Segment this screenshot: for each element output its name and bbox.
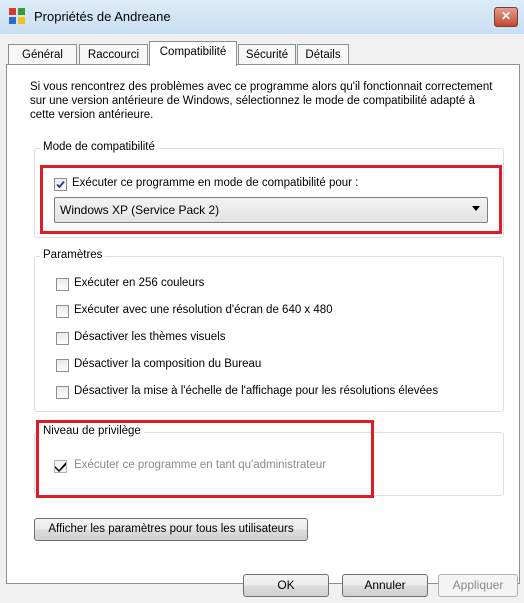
- compat-mode-group-label: Mode de compatibilité: [40, 141, 158, 153]
- setting-256-colors-checkbox[interactable]: [56, 278, 69, 291]
- settings-group-label: Paramètres: [40, 249, 106, 261]
- close-button[interactable]: ✕: [494, 7, 518, 27]
- cancel-button[interactable]: Annuler: [342, 574, 428, 597]
- program-icon: [9, 8, 25, 24]
- tab-raccourci[interactable]: Raccourci: [79, 44, 148, 64]
- highlight-compat-box: [40, 165, 502, 234]
- properties-dialog: Propriétés de Andreane ✕ Général Raccour…: [0, 0, 524, 603]
- intro-text: Si vous rencontrez des problèmes avec ce…: [30, 81, 493, 121]
- setting-640x480-checkbox[interactable]: [56, 305, 69, 318]
- setting-256-colors-label: Exécuter en 256 couleurs: [74, 277, 205, 289]
- setting-desktop-composition-label: Désactiver la composition du Bureau: [74, 358, 262, 370]
- tab-securite[interactable]: Sécurité: [238, 44, 296, 64]
- setting-dpi-scaling-checkbox[interactable]: [56, 386, 69, 399]
- highlight-privilege-box: [36, 420, 374, 498]
- ok-button[interactable]: OK: [243, 574, 329, 597]
- setting-visual-themes-checkbox[interactable]: [56, 332, 69, 345]
- window-title: Propriétés de Andreane: [34, 9, 171, 24]
- all-users-settings-button[interactable]: Afficher les paramètres pour tous les ut…: [34, 518, 308, 541]
- tab-details[interactable]: Détails: [297, 44, 349, 64]
- apply-button[interactable]: Appliquer: [438, 574, 518, 597]
- setting-visual-themes-label: Désactiver les thèmes visuels: [74, 331, 226, 343]
- tab-general[interactable]: Général: [8, 44, 77, 64]
- setting-desktop-composition-checkbox[interactable]: [56, 359, 69, 372]
- title-bar: Propriétés de Andreane ✕: [0, 0, 524, 34]
- setting-dpi-scaling-label: Désactiver la mise à l'échelle de l'affi…: [74, 385, 439, 397]
- setting-640x480-label: Exécuter avec une résolution d'écran de …: [74, 304, 333, 316]
- tab-compatibilite[interactable]: Compatibilité: [149, 41, 237, 66]
